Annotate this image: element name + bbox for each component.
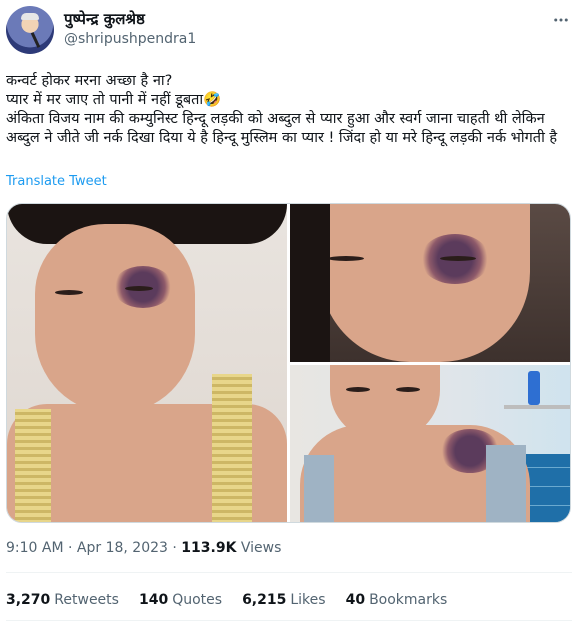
likes-count: 6,215: [242, 592, 287, 608]
photo-face: [320, 204, 530, 362]
photo-eye: [440, 256, 476, 261]
retweets-stat[interactable]: 3,270 Retweets: [6, 592, 119, 608]
photo-strap: [15, 409, 51, 522]
photo-vest: [486, 445, 526, 522]
likes-stat[interactable]: 6,215 Likes: [242, 592, 326, 608]
more-horizontal-icon: [554, 18, 568, 22]
views-label: Views: [240, 540, 282, 556]
translate-tweet-link[interactable]: Translate Tweet: [6, 174, 107, 189]
tweet-line-3: अंकिता विजय नाम की कम्युनिस्ट हिन्दू लड़…: [6, 111, 558, 146]
quotes-count: 140: [138, 592, 169, 608]
bookmarks-count: 40: [345, 592, 366, 608]
tweet-line-2: प्यार में मर जाए तो पानी में नहीं डूबता🤣: [6, 92, 222, 108]
more-button[interactable]: [547, 6, 575, 34]
photo-eye: [328, 256, 364, 261]
retweets-count: 3,270: [6, 592, 51, 608]
tweet-time[interactable]: 9:10 AM: [6, 540, 64, 556]
tweet-photo-3[interactable]: [290, 365, 570, 522]
likes-label: Likes: [290, 592, 326, 608]
views-count: 113.9K: [181, 540, 237, 556]
photo-vest: [304, 455, 334, 522]
photo-strap: [212, 374, 252, 522]
tweet-line-1: कन्वर्ट होकर मरना अच्छा है ना?: [6, 73, 173, 89]
photo-eye: [396, 387, 420, 392]
author-handle[interactable]: @shripushpendra1: [64, 31, 196, 47]
avatar-mic: [30, 32, 41, 48]
tweet-meta: 9:10 AM · Apr 18, 2023 · 113.9K Views: [6, 540, 281, 556]
quotes-stat[interactable]: 140 Quotes: [139, 592, 222, 608]
meta-separator: ·: [68, 540, 77, 556]
photo-eye: [125, 286, 153, 291]
divider: [6, 572, 572, 573]
retweets-label: Retweets: [54, 592, 119, 608]
tweet-text: कन्वर्ट होकर मरना अच्छा है ना? प्यार में…: [6, 72, 572, 148]
tweet-date[interactable]: Apr 18, 2023: [77, 540, 168, 556]
photo-face: [35, 224, 195, 414]
avatar-hair: [21, 13, 39, 20]
meta-separator: ·: [172, 540, 182, 556]
bookmarks-label: Bookmarks: [369, 592, 448, 608]
tweet-stats: 3,270 Retweets 140 Quotes 6,215 Likes 40 Boo…: [6, 592, 467, 608]
photo-eye: [55, 290, 83, 295]
quotes-label: Quotes: [172, 592, 223, 608]
photo-hair: [290, 204, 330, 362]
media-grid: [6, 203, 571, 523]
bookmarks-stat[interactable]: 40 Bookmarks: [346, 592, 448, 608]
tweet-header: पुष्पेन्द्र कुलश्रेष्ठ @shripushpendra1: [0, 0, 581, 64]
photo-bottle: [528, 371, 540, 405]
photo-eye: [346, 387, 370, 392]
avatar[interactable]: [6, 6, 54, 54]
tweet-photo-1[interactable]: [7, 204, 287, 522]
tweet-photo-2[interactable]: [290, 204, 570, 362]
photo-shelf: [504, 405, 570, 409]
author-display-name[interactable]: पुष्पेन्द्र कुलश्रेष्ठ: [64, 9, 145, 29]
